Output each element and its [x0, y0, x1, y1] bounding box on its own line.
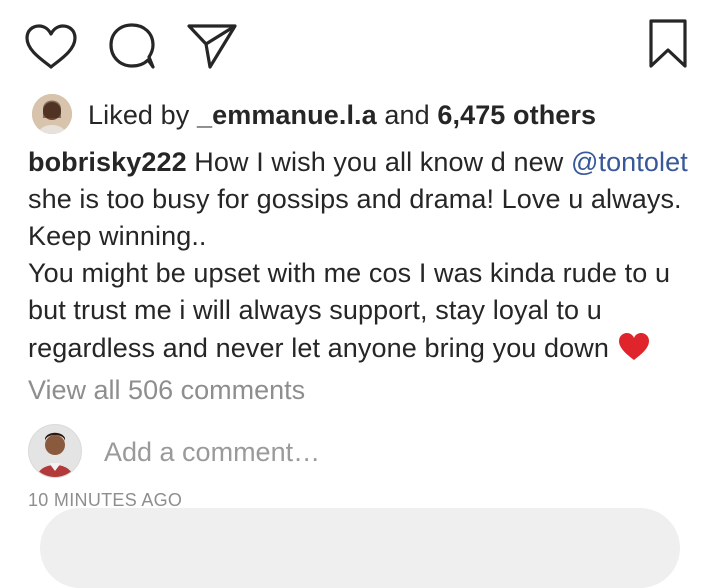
liked-by-username[interactable]: _emmanue.l.a [197, 100, 377, 130]
liker-avatar[interactable] [32, 94, 72, 134]
bookmark-icon[interactable] [648, 18, 688, 70]
comment-icon[interactable] [108, 22, 158, 70]
bottom-panel [40, 508, 680, 588]
caption-text-3: You might be upset with me cos I was kin… [28, 258, 671, 363]
likes-others-count[interactable]: 6,475 others [437, 100, 596, 130]
like-heart-icon[interactable] [24, 24, 78, 70]
likes-prefix: Liked by [88, 100, 190, 130]
post-caption: bobrisky222 How I wish you all know d ne… [28, 144, 708, 367]
caption-username[interactable]: bobrisky222 [28, 147, 187, 177]
caption-text-1: How I wish you all know d new [186, 147, 571, 177]
view-all-comments-link[interactable]: View all 506 comments [28, 372, 305, 408]
share-plane-icon[interactable] [186, 22, 238, 70]
likes-summary[interactable]: Liked by _emmanue.l.a and 6,475 others [88, 97, 596, 133]
caption-mention[interactable]: @tontolet [571, 147, 688, 177]
current-user-avatar [28, 424, 82, 478]
add-comment-input[interactable]: Add a comment… [104, 434, 320, 470]
likes-joiner: and [384, 100, 430, 130]
red-heart-emoji [617, 331, 651, 364]
caption-text-2: she is too busy for gossips and drama! L… [28, 184, 682, 251]
